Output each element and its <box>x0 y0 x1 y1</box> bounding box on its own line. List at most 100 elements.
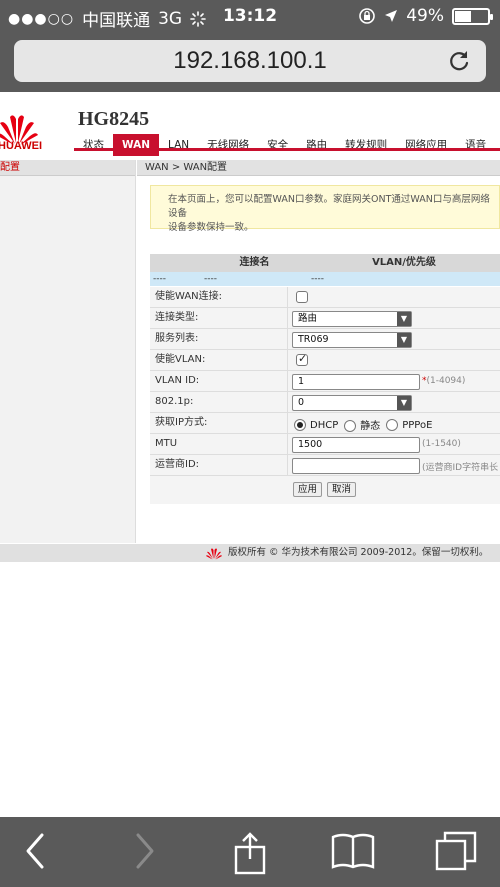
table-header-connection-name: 连接名 <box>239 257 270 268</box>
tab-voice[interactable]: 语音 <box>456 134 495 156</box>
tab-lan[interactable]: LAN <box>159 134 198 156</box>
enable-wan-checkbox[interactable] <box>296 291 308 303</box>
form-row-vlan-id: VLAN ID: 1 *(1-4094) <box>150 371 500 392</box>
form-row-ip-mode: 获取IP方式: DHCP 静态 PPPoE <box>150 413 500 434</box>
tab-route[interactable]: 路由 <box>297 134 336 156</box>
connection-type-select[interactable]: 路由 ▼ <box>292 311 412 327</box>
service-list-value: TR069 <box>298 334 329 345</box>
form-row-isp-id: 运营商ID: (运营商ID字符串长 <box>150 455 500 476</box>
isp-id-label: 运营商ID: <box>150 455 288 475</box>
tab-network-apps[interactable]: 网络应用 <box>396 134 456 156</box>
browser-toolbar <box>0 817 500 887</box>
back-icon[interactable] <box>22 831 48 871</box>
battery-icon <box>452 7 493 25</box>
footer: 版权所有 © 华为技术有限公司 2009-2012。保留一切权利。 <box>0 544 500 562</box>
info-box: 在本页面上，您可以配置WAN口参数。家庭网关ONT通过WAN口与高层网络设备 设… <box>150 185 500 233</box>
table-header: 连接名 VLAN/优先级 <box>150 254 500 272</box>
radio-option-pppoe[interactable]: PPPoE <box>386 418 432 431</box>
table-row[interactable]: ---- ---- ---- <box>150 272 500 286</box>
url-text: 192.168.100.1 <box>173 47 327 74</box>
8021p-value: 0 <box>298 397 305 408</box>
ip-mode-label: 获取IP方式: <box>150 413 288 433</box>
mtu-input[interactable]: 1500 <box>292 437 420 453</box>
info-line-1: 在本页面上，您可以配置WAN口参数。家庭网关ONT通过WAN口与高层网络设备 <box>168 194 490 219</box>
table-cell: ---- <box>204 274 217 284</box>
connection-type-label: 连接类型: <box>150 308 288 328</box>
tab-status[interactable]: 状态 <box>74 134 113 156</box>
form-row-8021p: 802.1p: 0 ▼ <box>150 392 500 413</box>
dropdown-arrow-icon: ▼ <box>397 333 411 347</box>
sidebar-item-wan-config[interactable]: 配置 <box>0 160 135 176</box>
form-buttons: 应用 取消 <box>150 476 500 504</box>
wan-connection-table: 连接名 VLAN/优先级 ---- ---- ---- <box>150 254 500 286</box>
form-row-connection-type: 连接类型: 路由 ▼ <box>150 308 500 329</box>
vlan-id-range: (1-4094) <box>426 376 466 386</box>
breadcrumb: WAN > WAN配置 <box>137 160 500 176</box>
form-row-mtu: MTU 1500 (1-1540) <box>150 434 500 455</box>
tab-wan[interactable]: WAN <box>113 134 160 156</box>
bookmarks-icon[interactable] <box>331 831 375 871</box>
rotation-lock-icon <box>359 8 376 24</box>
battery-fill <box>455 10 471 22</box>
table-cell: ---- <box>311 274 324 284</box>
copyright-text: 版权所有 © 华为技术有限公司 2009-2012。保留一切权利。 <box>228 547 489 558</box>
brand-wordmark: HUAWEI <box>0 140 42 152</box>
dropdown-arrow-icon: ▼ <box>397 396 411 410</box>
location-arrow-icon <box>385 10 398 22</box>
battery-percent: 49% <box>406 6 444 26</box>
tab-wireless[interactable]: 无线网络 <box>198 134 258 156</box>
table-header-vlan-priority: VLAN/优先级 <box>372 257 436 268</box>
isp-id-input[interactable] <box>292 458 420 474</box>
radio-option-dhcp[interactable]: DHCP <box>294 418 339 431</box>
8021p-select[interactable]: 0 ▼ <box>292 395 412 411</box>
info-line-2: 设备参数保持一致。 <box>168 222 254 233</box>
share-icon[interactable] <box>232 831 268 875</box>
router-page: HUAWEI HG8245 状态 WAN LAN 无线网络 安全 路由 转发规则… <box>0 92 500 567</box>
enable-vlan-label: 使能VLAN: <box>150 350 288 370</box>
table-cell: ---- <box>153 274 166 284</box>
vlan-id-input[interactable]: 1 <box>292 374 420 390</box>
status-bar: ●●●○○ 中国联通 3G 13:12 49% <box>0 0 500 34</box>
form-row-enable-vlan: 使能VLAN: <box>150 350 500 371</box>
vlan-id-hint: *(1-4094) <box>422 376 465 386</box>
address-bar[interactable]: 192.168.100.1 <box>14 40 486 82</box>
main-nav: 状态 WAN LAN 无线网络 安全 路由 转发规则 网络应用 语音 系 <box>74 134 500 156</box>
radio-static-label: 静态 <box>360 421 381 432</box>
radio-dhcp-label: DHCP <box>310 419 339 431</box>
apply-button[interactable]: 应用 <box>293 482 323 497</box>
tab-system[interactable]: 系 <box>495 134 500 156</box>
forward-icon[interactable] <box>132 831 158 871</box>
vlan-id-label: VLAN ID: <box>150 371 288 391</box>
enable-wan-label: 使能WAN连接: <box>150 287 288 307</box>
browser-address-area: 192.168.100.1 <box>0 34 500 92</box>
tab-security[interactable]: 安全 <box>258 134 297 156</box>
sidebar: 配置 <box>0 160 136 543</box>
radio-option-static[interactable]: 静态 <box>344 417 380 432</box>
mtu-label: MTU <box>150 434 288 454</box>
device-model: HG8245 <box>78 108 150 130</box>
wan-config-form: 使能WAN连接: 连接类型: 路由 ▼ 服务列表: TR069 ▼ 使能VLAN… <box>150 287 500 504</box>
cancel-button[interactable]: 取消 <box>327 482 357 497</box>
radio-dhcp[interactable] <box>294 418 306 431</box>
isp-id-hint: (运营商ID字符串长 <box>422 463 499 473</box>
reload-icon[interactable] <box>446 48 472 74</box>
status-right: 49% <box>358 6 493 26</box>
router-header: HUAWEI HG8245 状态 WAN LAN 无线网络 安全 路由 转发规则… <box>0 100 500 156</box>
8021p-label: 802.1p: <box>150 392 288 412</box>
form-row-enable-wan: 使能WAN连接: <box>150 287 500 308</box>
form-row-service-list: 服务列表: TR069 ▼ <box>150 329 500 350</box>
table-header-cell <box>150 254 201 272</box>
dropdown-arrow-icon: ▼ <box>397 312 411 326</box>
huawei-footer-logo-icon <box>206 548 222 560</box>
tab-forward-rules[interactable]: 转发规则 <box>336 134 396 156</box>
enable-vlan-checkbox[interactable] <box>296 352 308 366</box>
tabs-icon[interactable] <box>435 831 477 873</box>
service-list-select[interactable]: TR069 ▼ <box>292 332 412 348</box>
connection-type-value: 路由 <box>298 313 318 324</box>
service-list-label: 服务列表: <box>150 329 288 349</box>
nav-underline <box>74 148 500 151</box>
radio-static[interactable] <box>344 420 357 432</box>
mtu-hint: (1-1540) <box>422 439 461 449</box>
radio-pppoe[interactable] <box>386 418 399 431</box>
ip-mode-radio-group: DHCP 静态 PPPoE <box>294 417 432 432</box>
